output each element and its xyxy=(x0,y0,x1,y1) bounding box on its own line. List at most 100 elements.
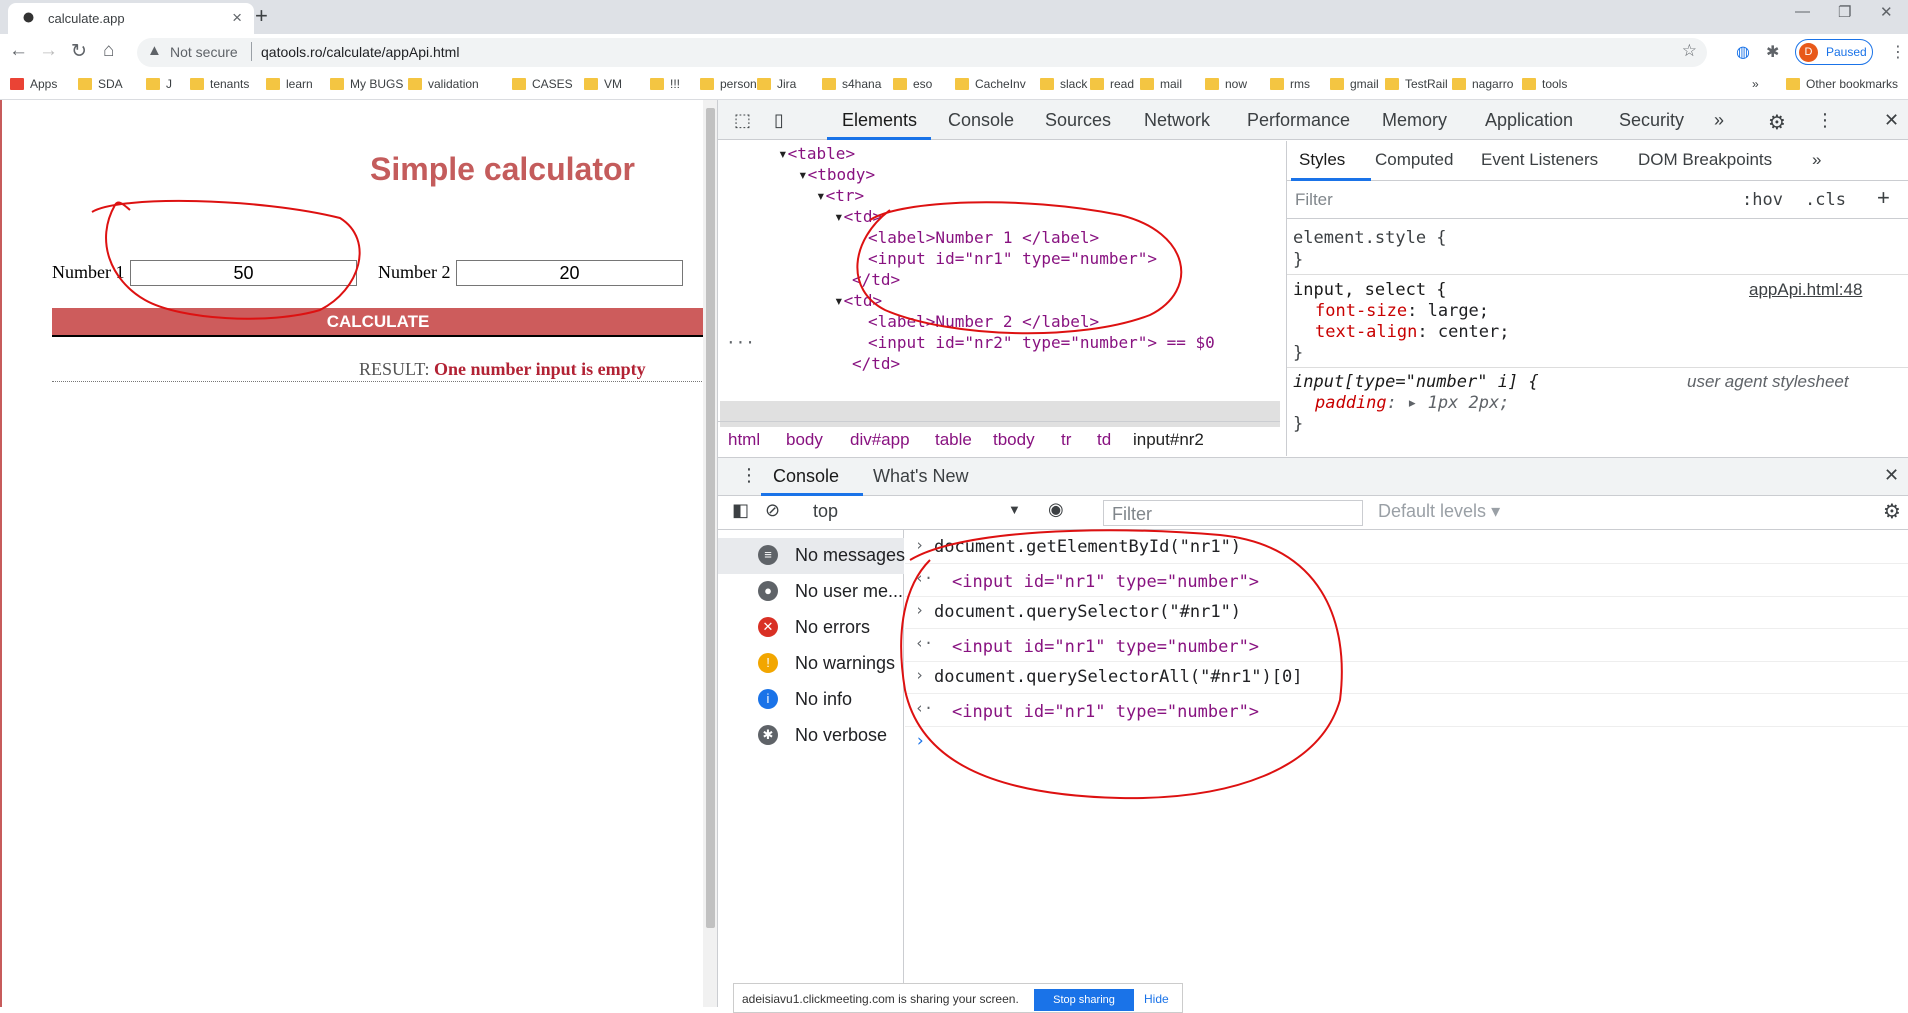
console-filter-item[interactable]: i No info xyxy=(718,682,904,718)
bookmark-read[interactable]: read xyxy=(1090,77,1134,91)
crumb-html[interactable]: html xyxy=(728,430,760,450)
console-settings-icon[interactable]: ⚙ xyxy=(1883,499,1901,524)
devtools-menu-icon[interactable]: ⋮ xyxy=(1816,110,1834,131)
tab-application[interactable]: Application xyxy=(1485,110,1573,131)
context-dropdown-icon[interactable]: ▼ xyxy=(1008,502,1021,517)
bookmark-validation[interactable]: validation xyxy=(408,77,479,91)
extensions-puzzle-icon[interactable]: ✱ xyxy=(1766,42,1779,62)
extension-icon[interactable]: ◍ xyxy=(1736,42,1750,62)
console-filter-item[interactable]: ✕ No errors xyxy=(718,610,904,646)
restore-icon[interactable]: ❐ xyxy=(1838,3,1851,21)
tab-security[interactable]: Security xyxy=(1619,110,1684,131)
bookmark-s4hana[interactable]: s4hana xyxy=(822,77,881,91)
bookmark-j[interactable]: J xyxy=(146,77,172,91)
stop-sharing-button[interactable]: Stop sharing xyxy=(1034,989,1134,1011)
console-filter-item[interactable]: ! No warnings xyxy=(718,646,904,682)
tab-performance[interactable]: Performance xyxy=(1247,110,1350,131)
default-levels-dropdown[interactable]: Default levels ▾ xyxy=(1378,501,1500,522)
tab-dom-breakpoints[interactable]: DOM Breakpoints xyxy=(1638,150,1772,170)
new-rule-icon[interactable]: + xyxy=(1877,185,1890,211)
expand-arrow-icon[interactable]: ▾ xyxy=(816,186,826,205)
close-tab-icon[interactable]: × xyxy=(232,8,242,28)
close-devtools-icon[interactable]: ✕ xyxy=(1884,110,1899,131)
crumb-tbody[interactable]: tbody xyxy=(993,430,1035,450)
expand-arrow-icon[interactable]: ▾ xyxy=(834,291,844,310)
forward-icon[interactable]: → xyxy=(39,40,58,62)
bookmark-cases[interactable]: CASES xyxy=(512,77,573,91)
other-bookmarks[interactable]: Other bookmarks xyxy=(1786,77,1898,91)
console-input-line[interactable]: › document.querySelector("#nr1") xyxy=(905,597,1908,629)
bookmark--[interactable]: !!! xyxy=(650,77,680,91)
rule-source-link[interactable]: appApi.html:48 xyxy=(1749,280,1862,300)
expand-arrow-icon[interactable]: ▾ xyxy=(778,144,788,163)
cls-toggle[interactable]: .cls xyxy=(1805,190,1846,210)
console-input-line[interactable]: › document.getElementById("nr1") xyxy=(905,532,1908,564)
styles-filter[interactable]: Filter :hov .cls + xyxy=(1287,181,1908,219)
console-filter-input[interactable]: Filter xyxy=(1103,500,1363,526)
settings-gear-icon[interactable]: ⚙ xyxy=(1768,110,1786,135)
dom-line-input1[interactable]: <input id="nr1" type="number"> xyxy=(868,246,1157,272)
decl-text-align[interactable]: text-align: center; xyxy=(1315,322,1510,342)
bookmark-mail[interactable]: mail xyxy=(1140,77,1182,91)
tab-event-listeners[interactable]: Event Listeners xyxy=(1481,150,1598,170)
close-drawer-icon[interactable]: ✕ xyxy=(1884,465,1899,486)
bookmark-tenants[interactable]: tenants xyxy=(190,77,249,91)
crumb-div-app[interactable]: div#app xyxy=(850,430,910,450)
crumb-td[interactable]: td xyxy=(1097,430,1111,450)
drawer-tab-console[interactable]: Console xyxy=(773,466,839,487)
more-style-tabs-icon[interactable]: » xyxy=(1812,150,1821,170)
crumb-body[interactable]: body xyxy=(786,430,823,450)
minimize-icon[interactable]: — xyxy=(1795,3,1810,20)
console-output-line[interactable]: ‹· <input id="nr1" type="number"> xyxy=(905,630,1908,662)
crumb-tr[interactable]: tr xyxy=(1061,430,1071,450)
console-filter-item[interactable]: ✱ No verbose xyxy=(718,718,904,754)
bookmark-gmail[interactable]: gmail xyxy=(1330,77,1379,91)
more-tabs-icon[interactable]: » xyxy=(1714,110,1724,131)
rule-input-number[interactable]: input[type="number" i] { xyxy=(1293,372,1539,392)
clear-console-icon[interactable]: ⊘ xyxy=(765,500,780,521)
bookmark-jira[interactable]: Jira xyxy=(757,77,796,91)
bookmarks-overflow-icon[interactable]: » xyxy=(1752,77,1759,91)
bookmark-sda[interactable]: SDA xyxy=(78,77,123,91)
browser-tab[interactable]: calculate.app × xyxy=(8,3,254,34)
inspect-element-icon[interactable]: ⬚ xyxy=(734,110,751,131)
sidebar-toggle-icon[interactable]: ◧ xyxy=(732,500,749,521)
rule-input-select[interactable]: input, select { xyxy=(1293,280,1447,300)
number2-input[interactable]: 20 xyxy=(456,260,683,286)
tab-console[interactable]: Console xyxy=(948,110,1014,131)
menu-kebab-icon[interactable]: ⋮ xyxy=(1890,42,1906,62)
tab-memory[interactable]: Memory xyxy=(1382,110,1447,131)
bookmark-now[interactable]: now xyxy=(1205,77,1247,91)
bookmark-star-icon[interactable]: ☆ xyxy=(1682,41,1697,61)
bookmark-tools[interactable]: tools xyxy=(1522,77,1567,91)
tab-styles[interactable]: Styles xyxy=(1299,150,1345,170)
dom-line-td2-close[interactable]: </td> xyxy=(852,351,900,377)
tab-computed[interactable]: Computed xyxy=(1375,150,1453,170)
bookmark-apps[interactable]: Apps xyxy=(10,77,57,91)
reload-icon[interactable]: ↻ xyxy=(71,40,87,63)
back-icon[interactable]: ← xyxy=(9,40,28,62)
context-selector[interactable]: top xyxy=(813,501,838,522)
crumb-table[interactable]: table xyxy=(935,430,972,450)
console-prompt-icon[interactable]: › xyxy=(915,731,925,751)
drawer-tab-whats-new[interactable]: What's New xyxy=(873,466,968,487)
address-bar[interactable]: ▲ Not secure qatools.ro/calculate/appApi… xyxy=(137,38,1707,67)
calculate-button[interactable]: CALCULATE xyxy=(52,308,704,337)
tab-sources[interactable]: Sources xyxy=(1045,110,1111,131)
bookmark-eso[interactable]: eso xyxy=(893,77,932,91)
console-input-line[interactable]: › document.querySelectorAll("#nr1")[0] xyxy=(905,662,1908,694)
home-icon[interactable]: ⌂ xyxy=(103,40,114,62)
bookmark-cacheinv[interactable]: CacheInv xyxy=(955,77,1026,91)
bookmark-vm[interactable]: VM xyxy=(584,77,622,91)
decl-font-size[interactable]: font-size: large; xyxy=(1315,301,1489,321)
new-tab-button[interactable]: + xyxy=(255,3,268,29)
dom-line-input2-selected[interactable]: <input id="nr2" type="number"> == $0 xyxy=(868,330,1215,356)
console-output-line[interactable]: ‹· <input id="nr1" type="number"> xyxy=(905,695,1908,727)
console-filter-item[interactable]: ● No user me... xyxy=(718,574,904,610)
console-filter-item[interactable]: ≡ No messages xyxy=(718,538,905,574)
live-expression-eye-icon[interactable]: ◉ xyxy=(1048,499,1064,520)
bookmark-my-bugs[interactable]: My BUGS xyxy=(330,77,403,91)
tab-network[interactable]: Network xyxy=(1144,110,1210,131)
drawer-menu-icon[interactable]: ⋮ xyxy=(740,465,758,486)
page-scrollbar[interactable] xyxy=(703,100,717,1007)
